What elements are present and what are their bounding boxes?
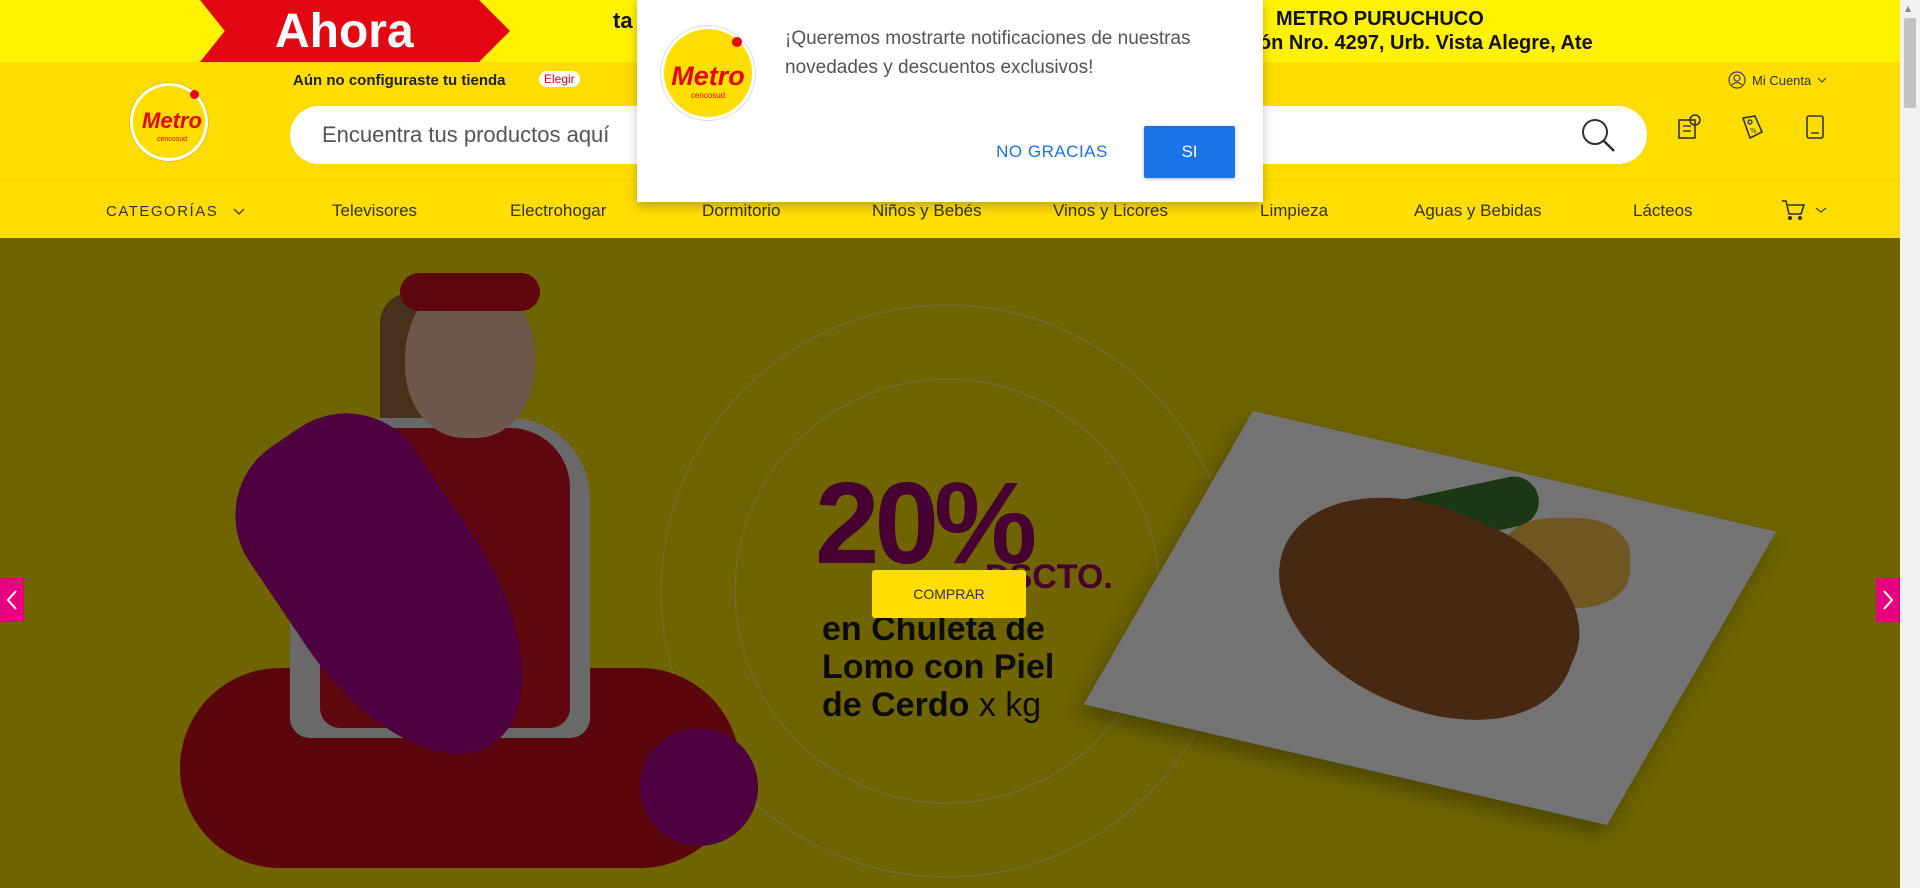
promo-store-address: rllón Nro. 4297, Urb. Vista Alegre, Ate <box>1240 32 1593 54</box>
notification-permission-dialog: Metro cencosud ¡Queremos mostrarte notif… <box>637 0 1263 202</box>
promo-line-2: Lomo con Piel <box>822 648 1055 686</box>
cart-icon <box>1782 200 1806 220</box>
promo-line-3: de Cerdo x kg <box>822 686 1041 725</box>
promo-line-3-text: de Cerdo <box>822 686 970 724</box>
nav-item-ninos-bebes[interactable]: Niños y Bebés <box>872 201 982 221</box>
nav-item-dormitorio[interactable]: Dormitorio <box>702 201 780 221</box>
promo-ahora-text: Ahora <box>275 5 414 58</box>
chevron-right-icon <box>1883 590 1894 610</box>
logo-sub: cencosud <box>157 136 187 143</box>
buy-button[interactable]: COMPRAR <box>872 570 1026 618</box>
user-icon <box>1728 71 1746 89</box>
account-label: Mi Cuenta <box>1752 72 1812 88</box>
categories-label: CATEGORÍAS <box>106 203 219 220</box>
model-headband <box>400 273 540 311</box>
categories-menu[interactable]: CATEGORÍAS <box>106 203 246 220</box>
promo-unit: x kg <box>978 686 1042 724</box>
popup-logo-dot <box>732 37 742 47</box>
carousel-prev-button[interactable] <box>0 578 24 622</box>
search-icon[interactable] <box>1579 116 1617 154</box>
nav-item-lacteos[interactable]: Lácteos <box>1633 201 1693 221</box>
logo-word: Metro <box>142 108 202 133</box>
scroll-up-arrow[interactable]: ▲ <box>1905 4 1911 13</box>
exclamation-dot <box>640 728 758 846</box>
offers-icon[interactable]: % <box>1737 112 1767 142</box>
metro-logo[interactable]: Metro cencosud <box>130 83 208 161</box>
nav-item-vinos-licores[interactable]: Vinos y Licores <box>1053 201 1168 221</box>
popup-metro-logo: Metro cencosud <box>661 26 755 120</box>
cart-menu[interactable] <box>1780 198 1827 227</box>
store-config-message: Aún no configuraste tu tienda <box>293 72 506 89</box>
nav-item-limpieza[interactable]: Limpieza <box>1260 201 1328 221</box>
svg-text:%: % <box>1750 127 1757 135</box>
shopping-list-icon[interactable] <box>1674 112 1704 142</box>
logo-dot <box>190 90 199 99</box>
choose-store-button[interactable]: Elegir <box>539 71 580 87</box>
popup-logo-sub: cencosud <box>690 91 726 100</box>
promo-store-name: METRO PURUCHUCO <box>1276 8 1484 30</box>
popup-logo-word: Metro <box>671 61 745 91</box>
nav-item-aguas-bebidas[interactable]: Aguas y Bebidas <box>1414 201 1542 221</box>
chevron-down-icon <box>233 208 245 215</box>
accept-notifications-button[interactable]: SI <box>1144 126 1235 178</box>
hero-banner[interactable]: 20% DSCTO. en Chuleta de Lomo con Piel d… <box>0 238 1900 888</box>
nav-item-televisores[interactable]: Televisores <box>332 201 417 221</box>
carousel-next-button[interactable] <box>1876 578 1900 622</box>
promo-partial-text: ta <box>613 8 633 33</box>
account-menu[interactable]: Mi Cuenta <box>1728 71 1827 89</box>
popup-message: ¡Queremos mostrarte notificaciones de nu… <box>785 28 1191 78</box>
catalog-icon[interactable] <box>1800 112 1830 142</box>
chevron-left-icon <box>6 590 17 610</box>
scrollbar-thumb[interactable] <box>1904 18 1916 108</box>
nav-item-electrohogar[interactable]: Electrohogar <box>510 201 606 221</box>
decline-notifications-button[interactable]: NO GRACIAS <box>962 126 1142 178</box>
chevron-down-icon <box>1815 207 1827 213</box>
chevron-down-icon <box>1817 77 1827 83</box>
page-scrollbar[interactable]: ▲ <box>1900 0 1920 888</box>
